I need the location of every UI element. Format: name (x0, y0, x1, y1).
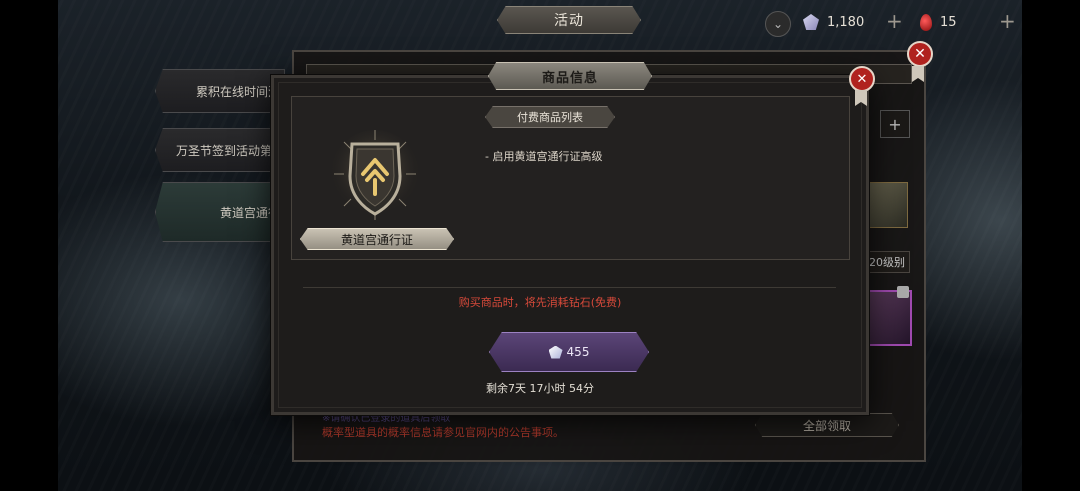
modal-title: 商品信息 (488, 62, 652, 90)
remaining-time: 剩余7天 17小时 54分 (486, 382, 594, 395)
paid-items-header-text: 付费商品列表 (517, 111, 583, 124)
diamond-icon (548, 345, 563, 359)
claim-all-button[interactable]: 全部领取 (755, 413, 899, 437)
reward-chest-icon[interactable] (866, 182, 908, 228)
panel-plus-button[interactable]: + (880, 110, 910, 138)
paid-items-header: 付费商品列表 (485, 106, 615, 128)
menu-item-zodiac-pass[interactable]: 黄道宫通行 (155, 182, 285, 242)
diamond-count: 1,180 (827, 14, 865, 30)
diamond-icon (803, 14, 819, 30)
tab-activity-label: 活动 (554, 13, 584, 29)
close-icon[interactable]: ✕ (849, 66, 875, 92)
menu-item-label: 万圣节签到活动第一 (176, 143, 285, 158)
diamond-counter: 1,180 (803, 12, 864, 32)
buy-price: 455 (566, 345, 590, 359)
add-blood-button[interactable]: + (999, 11, 1016, 31)
blood-drop-icon (920, 13, 932, 31)
zodiac-pass-emblem-icon (331, 130, 419, 220)
letterbox-right (1022, 0, 1080, 491)
blood-count: 15 (940, 14, 957, 30)
menu-item-halloween[interactable]: 万圣节签到活动第一 (155, 128, 285, 172)
add-diamond-button[interactable]: + (886, 11, 903, 31)
chevron-down-icon[interactable]: ⌄ (765, 11, 791, 37)
product-name-text: 黄道宫通行证 (340, 232, 413, 247)
purchase-warning: 购买商品时，将先消耗钻石(免费) (458, 296, 622, 309)
menu-item-label: 累积在线时间活 (196, 84, 281, 99)
paid-item-line: - 启用黄道宫通行证高级 (485, 150, 603, 163)
notice-line-2: 概率型道具的概率信息请参见官网内的公告事项。 (322, 426, 564, 439)
level-badge: 20级别 (864, 251, 910, 273)
buy-button[interactable]: 455 (489, 332, 649, 372)
modal-title-text: 商品信息 (541, 70, 598, 86)
blood-counter: 15 (920, 12, 957, 32)
letterbox-left (0, 0, 58, 491)
tab-activity[interactable]: 活动 (497, 6, 641, 34)
menu-item-online-time[interactable]: 累积在线时间活 (155, 69, 285, 113)
claim-all-label: 全部领取 (802, 418, 851, 433)
panel-close-button[interactable]: ✕ (907, 41, 933, 67)
product-name-label: 黄道宫通行证 (300, 228, 454, 250)
divider (303, 287, 836, 288)
